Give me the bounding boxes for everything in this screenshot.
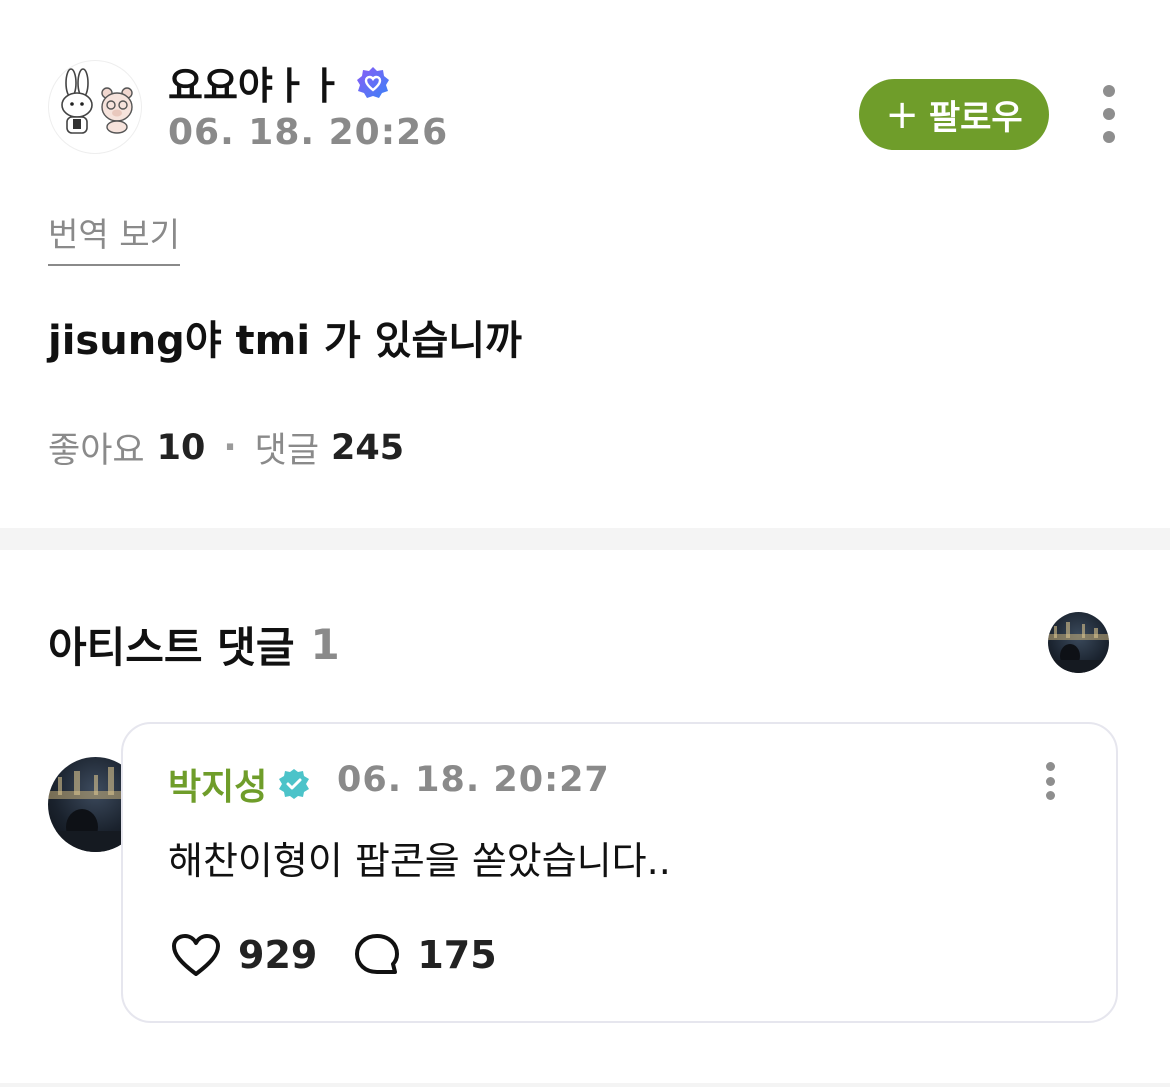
follow-button[interactable]: + 팔로우: [859, 79, 1049, 150]
post-header: 요요야ㅏㅏ 06. 18. 20:26 + 팔로우: [0, 0, 1170, 180]
city-night-photo-icon: [1048, 622, 1109, 673]
artist-comments-title: 아티스트 댓글: [48, 623, 295, 672]
heart-icon: [172, 934, 220, 976]
verified-heart-icon: [356, 66, 389, 98]
comment-author-row: 박지성: [168, 758, 311, 810]
comment-actions: 929 175: [170, 932, 497, 978]
artist-verified-badge-icon: [279, 769, 310, 799]
likes-count: 10: [156, 427, 206, 468]
follow-label: 팔로우: [928, 98, 1023, 138]
user-avatar[interactable]: [48, 60, 142, 154]
stats-separator: ·: [223, 427, 237, 468]
comment-author-name[interactable]: 박지성: [168, 758, 267, 810]
post-timestamp: 06. 18. 20:26: [168, 112, 449, 153]
more-options-icon[interactable]: [1092, 85, 1126, 143]
speech-bubble-icon: [355, 934, 400, 974]
post-username[interactable]: 요요야ㅏㅏ: [168, 55, 343, 110]
comment-timestamp: 06. 18. 20:27: [337, 760, 610, 800]
likes-label: 좋아요: [48, 431, 145, 471]
comment-like-count: 929: [238, 933, 318, 977]
plus-icon: +: [885, 91, 919, 138]
comment-reply-count: 175: [417, 933, 497, 977]
section-divider: [0, 528, 1170, 550]
artist-comments-heading: 아티스트 댓글 1: [48, 614, 340, 675]
comment-more-options-icon[interactable]: [1040, 762, 1060, 800]
comments-count[interactable]: 245: [331, 428, 404, 468]
artist-avatar-small[interactable]: [1048, 612, 1109, 673]
post-username-row: 요요야ㅏㅏ: [168, 55, 391, 110]
comment-text: 해찬이형이 팝콘을 쏟았습니다..: [168, 839, 671, 883]
post-body-text: jisung야 tmi 가 있습니까: [48, 318, 522, 364]
comment-reply-button[interactable]: 175: [353, 932, 497, 978]
translate-link[interactable]: 번역 보기: [48, 208, 180, 266]
bunny-bear-avatar-icon: [61, 68, 133, 134]
comment-like-button[interactable]: 929: [170, 932, 317, 978]
artist-comments-count: 1: [310, 620, 340, 669]
bottom-divider: [0, 1083, 1170, 1087]
comments-label[interactable]: 댓글: [255, 422, 319, 473]
post-stats: 좋아요 10 · 댓글 245: [48, 422, 404, 473]
